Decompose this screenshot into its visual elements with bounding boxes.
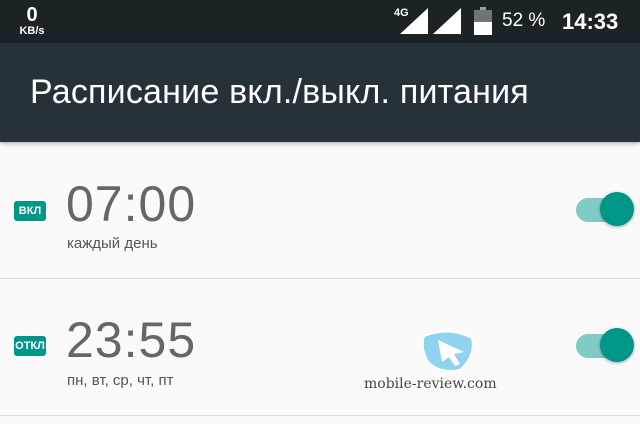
network-type-label: 4G — [394, 7, 409, 19]
toggle-thumb — [600, 328, 634, 362]
schedule-item-power-off[interactable]: ОТКЛ 23:55 пн, вт, ср, чт, пт — [0, 279, 640, 416]
status-badge: ВКЛ — [14, 201, 46, 221]
watermark: mobile-review.com — [360, 326, 500, 396]
schedule-item-power-on[interactable]: ВКЛ 07:00 каждый день — [0, 142, 640, 279]
network-speed-unit: KB/s — [19, 25, 45, 37]
app-bar: Расписание вкл./выкл. питания — [0, 43, 640, 142]
schedule-time: 23:55 — [66, 312, 197, 368]
mobile-review-logo-icon — [421, 330, 474, 372]
schedule-days: пн, вт, ср, чт, пт — [67, 372, 174, 389]
signal-icon — [433, 8, 461, 34]
schedule-toggle[interactable] — [576, 326, 636, 366]
battery-percent: 52 % — [502, 10, 546, 31]
status-bar: 0 KB/s 4G 52 % 14:33 — [0, 0, 640, 43]
status-clock: 14:33 — [562, 9, 619, 34]
battery-icon — [474, 7, 492, 35]
status-badge: ОТКЛ — [14, 336, 46, 356]
schedule-toggle[interactable] — [576, 190, 636, 230]
network-speed: 0 KB/s — [14, 5, 50, 37]
page-title: Расписание вкл./выкл. питания — [30, 73, 529, 111]
toggle-thumb — [600, 192, 634, 226]
watermark-text: mobile-review.com — [364, 376, 497, 392]
network-speed-value: 0 — [26, 4, 38, 26]
schedule-days: каждый день — [67, 235, 158, 252]
schedule-time: 07:00 — [66, 176, 197, 232]
